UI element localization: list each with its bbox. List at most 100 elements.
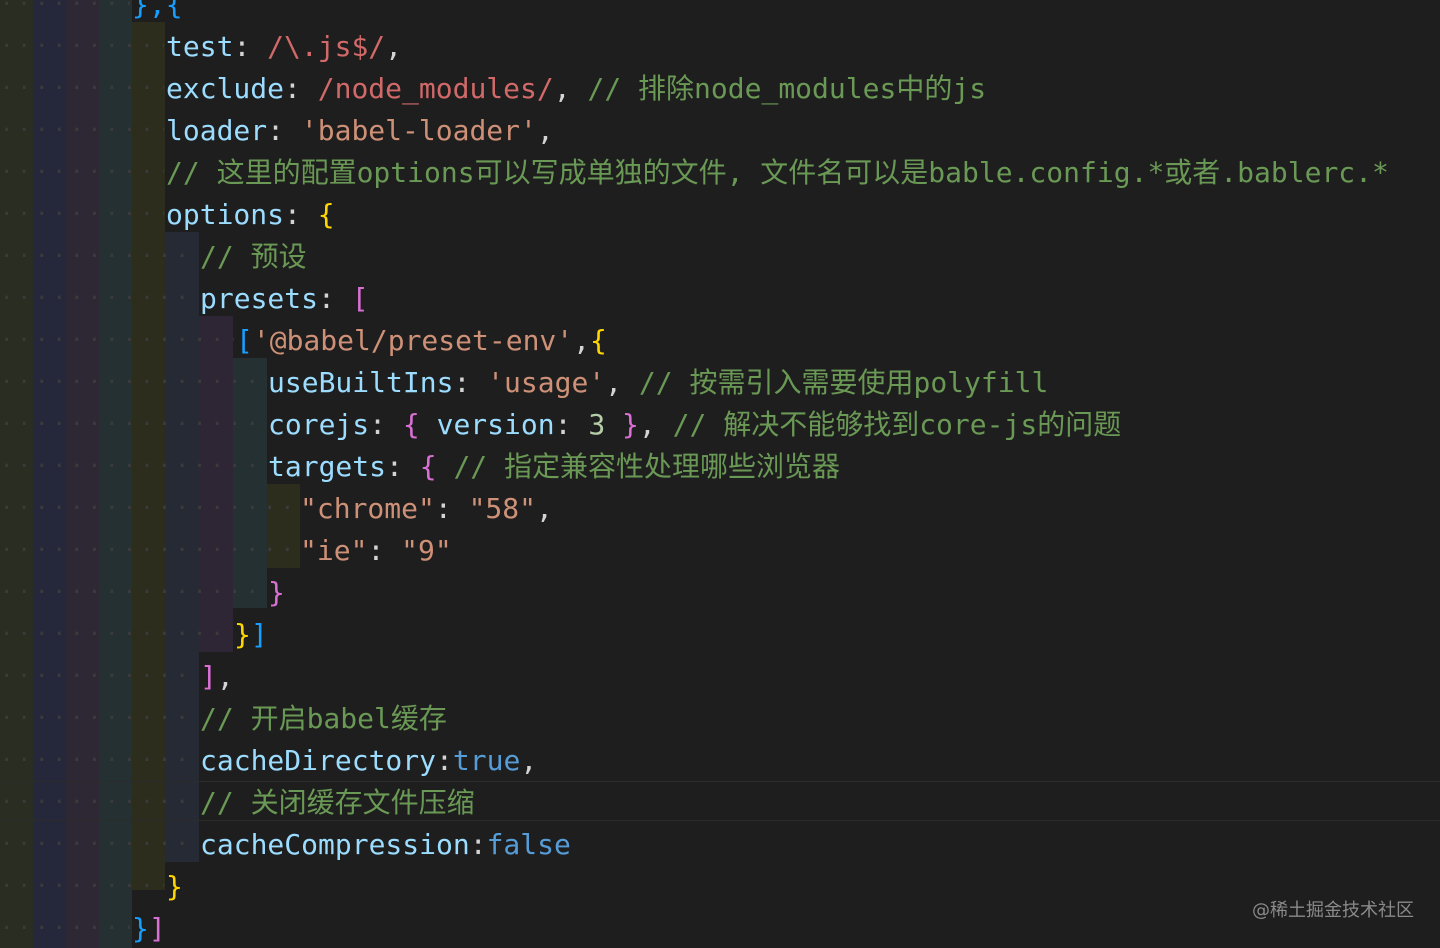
whitespace-markers: ························ [0,748,198,773]
code-token: [ [351,282,369,315]
whitespace-markers: ························ [0,664,198,689]
code-line[interactable]: // 这里的配置options可以写成单独的文件, 文件名可以是bable.co… [166,152,1389,194]
code-token: [ [236,324,253,357]
code-line[interactable]: cacheDirectory:true, [200,740,537,782]
code-line[interactable]: // 关闭缓存文件压缩 [200,782,475,824]
code-token: : [436,744,453,777]
code-token: options [166,198,285,231]
code-line[interactable]: } [268,572,285,614]
code-line[interactable]: useBuiltIns: 'usage', // 按需引入需要使用polyfil… [268,362,1048,404]
whitespace-markers: ···································· [0,496,298,521]
code-token: { [419,450,437,483]
whitespace-markers: ···················· [0,118,164,143]
code-token: : [284,72,318,105]
code-token: } [268,576,285,609]
code-line[interactable]: // 开启babel缓存 [200,698,447,740]
code-token: : [554,408,589,441]
code-token: : [233,30,268,63]
code-comment: // 开启babel缓存 [200,702,447,735]
code-token: version [436,408,555,441]
code-line[interactable]: },{ [132,0,183,26]
code-line[interactable]: } [166,866,183,908]
code-token: 'usage' [487,366,606,399]
code-line[interactable]: // 预设 [200,236,307,278]
code-comment: // 排除node_modules中的js [587,72,987,105]
whitespace-markers: ························ [0,706,198,731]
code-token: true [452,744,521,777]
code-token: } [234,618,251,651]
code-token: { [317,198,335,231]
code-line[interactable]: cacheCompression:false [200,824,571,866]
code-token: useBuiltIns [268,366,454,399]
code-token: "9" [401,534,452,567]
code-token: : [369,408,403,441]
code-token: ] [200,660,217,693]
code-token: exclude [166,72,285,105]
code-token: cacheDirectory [200,744,437,777]
code-token: } [166,870,183,903]
code-token: , [605,366,639,399]
code-token: { [402,408,420,441]
whitespace-markers: ···················· [0,160,164,185]
code-comment: // 预设 [200,240,307,273]
code-token: : [469,828,487,861]
code-token: loader [166,114,268,147]
whitespace-markers: ···················· [0,76,164,101]
code-token: /node_modules/ [317,72,554,105]
code-comment: // 按需引入需要使用polyfill [638,366,1049,399]
whitespace-markers: ································ [0,580,266,605]
watermark: @稀土掘金技术社区 [1252,900,1414,921]
code-token: : [386,450,420,483]
code-token: , [553,72,588,105]
code-editor[interactable]: ················},{····················t… [0,0,1440,948]
code-token: , [385,30,403,63]
whitespace-markers: ················ [0,916,130,941]
code-line[interactable]: corejs: { version: 3 }, // 解决不能够找到core-j… [268,404,1121,446]
code-token: targets [268,450,387,483]
code-token: "chrome" [300,492,435,525]
code-line[interactable]: ['@babel/preset-env',{ [236,320,607,362]
code-line[interactable]: }] [132,908,166,948]
code-token: : [318,282,352,315]
code-token: : [284,198,318,231]
whitespace-markers: ························ [0,832,198,857]
code-line[interactable]: loader: 'babel-loader', [166,110,554,152]
code-line[interactable]: presets: [ [200,278,369,320]
code-token: 3 [588,408,606,441]
code-token: cacheCompression [200,828,470,861]
code-line[interactable]: test: /\.js$/, [166,26,402,68]
code-token: : [453,366,488,399]
code-comment: // 这里的配置options可以写成单独的文件, 文件名可以是bable.co… [166,156,1389,189]
whitespace-markers: ···························· [0,328,234,353]
code-line[interactable]: }] [234,614,268,656]
code-token: , [216,660,234,693]
whitespace-markers: ························ [0,286,198,311]
whitespace-markers: ························ [0,790,198,815]
code-token: , [536,114,554,147]
code-comment: // 解决不能够找到core-js的问题 [672,408,1122,441]
code-token: , [520,744,538,777]
code-line[interactable]: options: { [166,194,335,236]
code-token: 'babel-loader' [300,114,537,147]
code-line[interactable]: "chrome": "58", [300,488,553,530]
code-token: },{ [132,0,183,21]
code-token: { [590,324,607,357]
whitespace-markers: ···················· [0,202,164,227]
code-token: "58" [468,492,537,525]
code-token: presets [200,282,319,315]
code-line[interactable]: ], [200,656,234,698]
code-token: corejs [268,408,370,441]
code-token: , [536,492,553,525]
code-token: } [132,912,149,945]
code-line[interactable]: exclude: /node_modules/, // 排除node_modul… [166,68,986,110]
code-token: } [622,408,639,441]
code-line[interactable]: targets: { // 指定兼容性处理哪些浏览器 [268,446,840,488]
whitespace-markers: ························ [0,244,198,269]
code-comment: // 指定兼容性处理哪些浏览器 [453,450,841,483]
code-token: '@babel/preset-env' [252,324,574,357]
code-line[interactable]: "ie": "9" [300,530,452,572]
code-token: , [573,324,591,357]
